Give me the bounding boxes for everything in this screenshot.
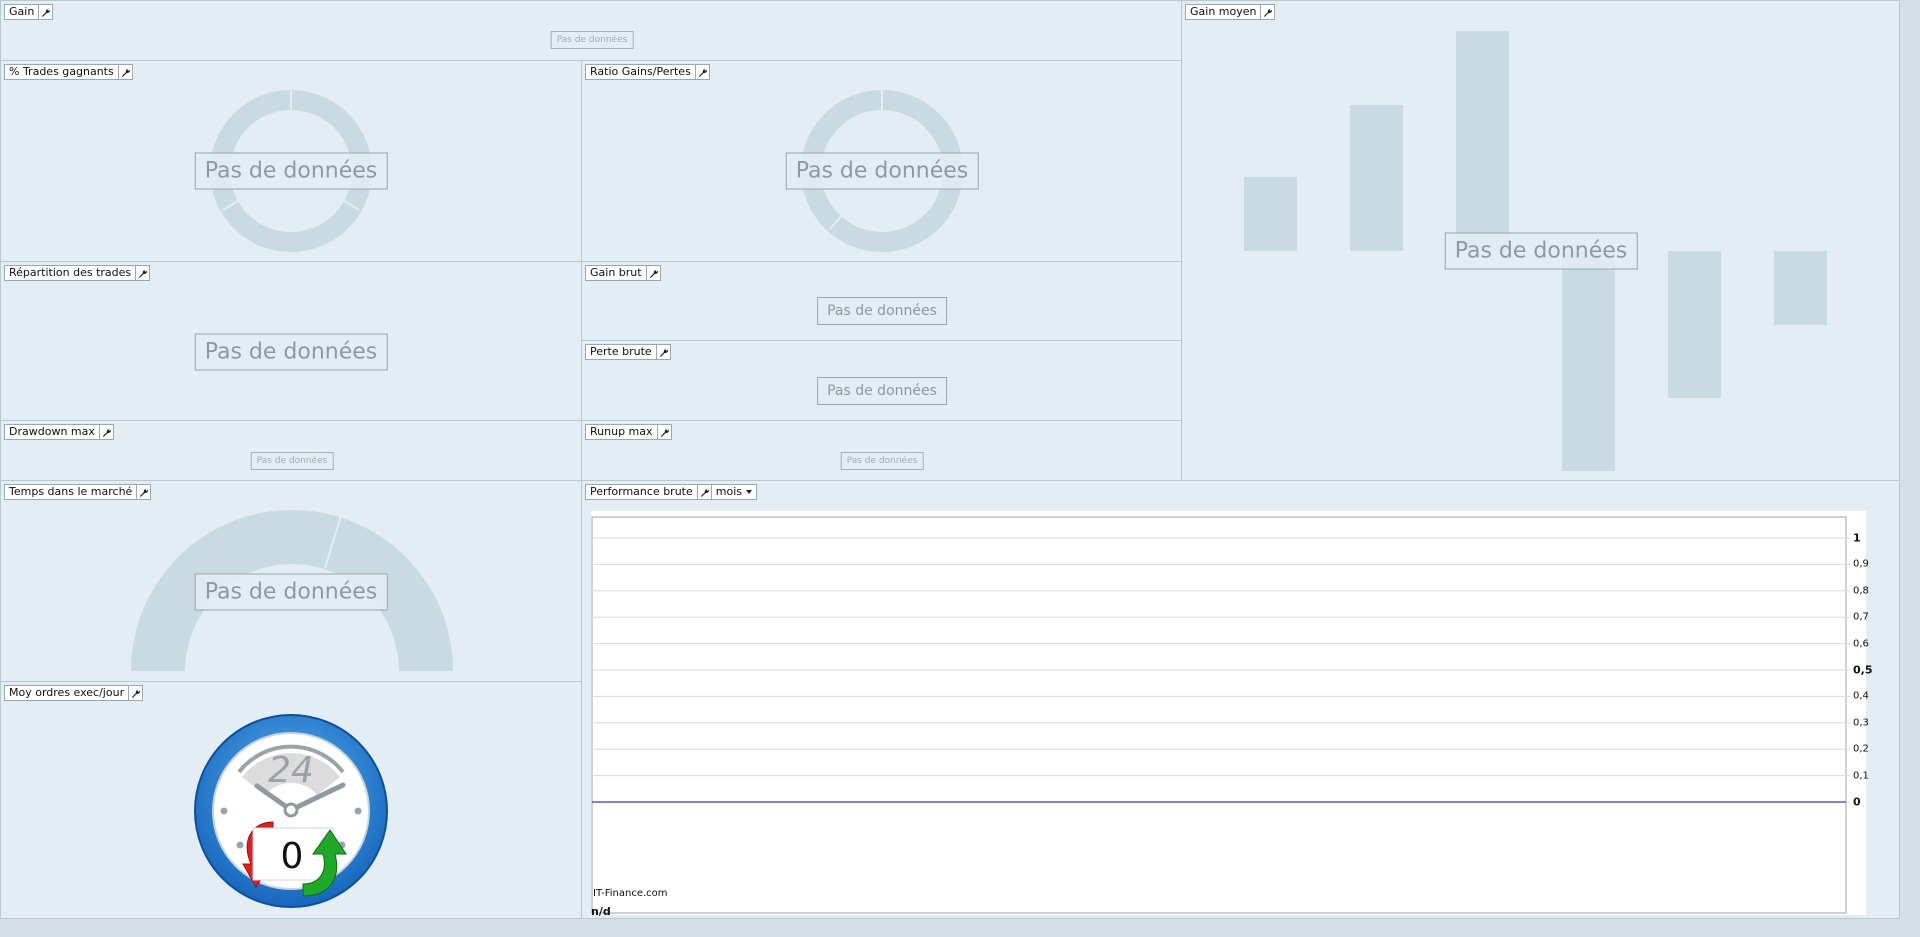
panel-moy-ordres: Moy ordres exec/jour 24 0 (0, 681, 582, 919)
panel-label: % Trades gagnants (4, 64, 119, 80)
y-tick-label: 0,7 (1853, 611, 1869, 623)
panel-trades-gagnants: % Trades gagnants Pas de données (0, 60, 582, 262)
panel-gain-brut: Gain brut Pas de données (581, 261, 1182, 341)
panel-title-trades-gagnants: % Trades gagnants (4, 64, 133, 80)
no-data-placeholder: Pas de données (194, 573, 388, 611)
panel-gain-moyen: Gain moyen Pas de données (1181, 0, 1900, 481)
plot-frame (591, 516, 1847, 914)
panel-temps-marche: Temps dans le marché Pas de données (0, 480, 582, 682)
period-select[interactable]: mois (711, 484, 757, 500)
chart-container: 1 0,9 0,8 0,7 0,6 0,5 0,4 0,3 0,2 0,1 0 IT-Finance… (591, 511, 1873, 918)
wrench-icon[interactable] (129, 685, 144, 701)
no-data-placeholder: Pas de données (1444, 232, 1638, 270)
y-tick-label: 0,2 (1853, 743, 1869, 755)
wrench-icon[interactable] (695, 64, 710, 80)
no-data-placeholder: Pas de données (840, 452, 924, 470)
panel-label: Gain (4, 4, 40, 20)
y-tick-label: 0,4 (1853, 690, 1869, 702)
no-data-placeholder: Pas de données (817, 297, 947, 325)
period-select-value: mois (715, 485, 742, 498)
panel-title-drawdown: Drawdown max (4, 424, 114, 440)
y-tick-label: 0,3 (1853, 717, 1869, 729)
wrench-icon[interactable] (1261, 4, 1276, 20)
placeholder-bar (1562, 251, 1615, 471)
placeholder-bar (1244, 177, 1297, 251)
wrench-icon[interactable] (697, 484, 712, 500)
panel-title-ratio: Ratio Gains/Pertes (585, 64, 710, 80)
watermark: IT-Finance.com (593, 888, 668, 899)
panel-repartition-trades: Répartition des trades Pas de données (0, 261, 582, 421)
chevron-down-icon (746, 490, 752, 494)
panel-label: Drawdown max (4, 424, 100, 440)
panel-title-perte-brute: Perte brute (585, 344, 671, 360)
panel-label: Ratio Gains/Pertes (585, 64, 696, 80)
footer-value: n/d (591, 905, 611, 918)
panel-label: Moy ordres exec/jour (4, 685, 130, 701)
panel-label: Runup max (585, 424, 658, 440)
panel-drawdown-max: Drawdown max Pas de données (0, 420, 582, 481)
y-tick-label: 1 (1853, 531, 1861, 545)
placeholder-bar (1456, 31, 1509, 251)
placeholder-bar (1668, 251, 1721, 398)
panel-title-repartition: Répartition des trades (4, 265, 151, 281)
panel-title-gain-brut: Gain brut (585, 265, 661, 281)
no-data-placeholder: Pas de données (817, 377, 947, 405)
panel-label: Gain brut (585, 265, 647, 281)
panel-label: Performance brute (585, 484, 698, 500)
wrench-icon[interactable] (657, 424, 672, 440)
panel-label: Répartition des trades (4, 265, 137, 281)
performance-chart (591, 516, 1850, 914)
panel-gain: Gain Pas de données (0, 0, 1182, 61)
y-tick-label: 0,8 (1853, 585, 1869, 597)
wrench-icon[interactable] (99, 424, 114, 440)
panel-title-runup: Runup max (585, 424, 672, 440)
panel-runup-max: Runup max Pas de données (581, 420, 1182, 481)
panel-ratio-gains-pertes: Ratio Gains/Pertes Pas de données (581, 60, 1182, 262)
clock-label: 24 (268, 750, 314, 791)
wrench-icon[interactable] (118, 64, 133, 80)
panel-title-gain: Gain (4, 4, 54, 20)
no-data-placeholder: Pas de données (550, 31, 634, 49)
wrench-icon[interactable] (656, 344, 671, 360)
clock-value: 0 (281, 836, 304, 877)
y-tick-label: 0,1 (1853, 770, 1869, 782)
wrench-icon[interactable] (136, 265, 151, 281)
wrench-icon[interactable] (39, 4, 54, 20)
y-tick-label: 0,6 (1853, 638, 1869, 650)
clock-24-exchange-icon: 24 0 (194, 714, 388, 908)
no-data-placeholder: Pas de données (194, 152, 388, 190)
wrench-icon[interactable] (137, 484, 152, 500)
panel-title-temps: Temps dans le marché (4, 484, 152, 500)
panel-title-gain-moyen: Gain moyen (1185, 4, 1276, 20)
no-data-placeholder: Pas de données (194, 333, 388, 371)
wrench-icon[interactable] (646, 265, 661, 281)
no-data-placeholder: Pas de données (785, 152, 979, 190)
placeholder-bar (1350, 105, 1403, 251)
panel-label: Temps dans le marché (4, 484, 138, 500)
panel-performance-brute: Performance brute mois 1 0,9 0,8 0,7 0,6 0,5 0… (581, 480, 1900, 919)
placeholder-bar (1774, 251, 1827, 325)
panel-perte-brute: Perte brute Pas de données (581, 340, 1182, 421)
no-data-placeholder: Pas de données (250, 452, 334, 470)
panel-label: Gain moyen (1185, 4, 1262, 20)
y-tick-label: 0,9 (1853, 558, 1869, 570)
y-tick-label: 0,5 (1853, 663, 1873, 677)
panel-title-moy-ordres: Moy ordres exec/jour (4, 685, 144, 701)
y-tick-label: 0 (1853, 795, 1861, 809)
panel-title-performance: Performance brute mois (585, 484, 757, 500)
panel-label: Perte brute (585, 344, 657, 360)
